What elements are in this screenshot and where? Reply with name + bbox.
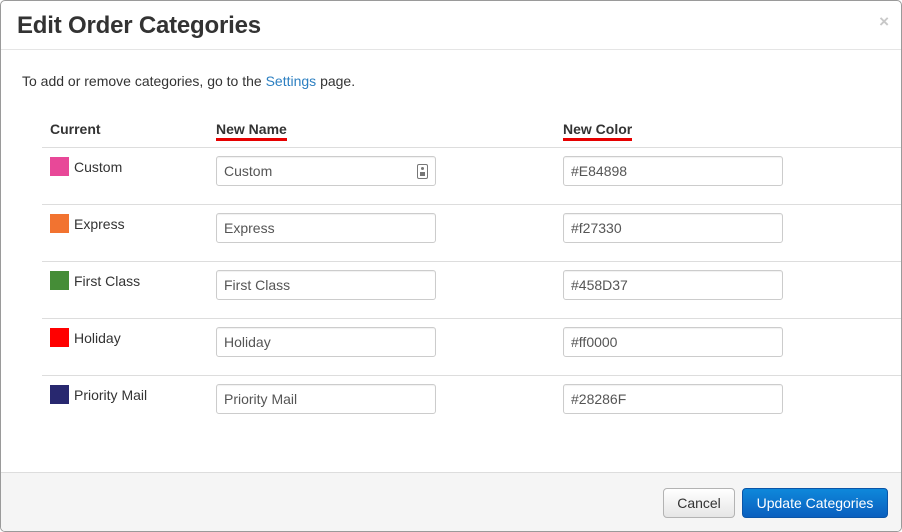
new-name-input[interactable] (217, 271, 435, 299)
new-name-input[interactable] (217, 157, 435, 185)
new-color-input[interactable] (564, 271, 782, 299)
color-swatch (50, 214, 69, 233)
new-name-field[interactable] (216, 327, 436, 357)
close-icon[interactable]: × (879, 12, 889, 32)
color-swatch (50, 328, 69, 347)
new-color-input[interactable] (564, 328, 782, 356)
new-name-input[interactable] (217, 328, 435, 356)
current-category-label: Custom (74, 159, 123, 175)
new-color-field[interactable] (563, 327, 783, 357)
cancel-button[interactable]: Cancel (663, 488, 735, 518)
new-color-field[interactable] (563, 270, 783, 300)
new-name-field[interactable] (216, 213, 436, 243)
new-name-field[interactable] (216, 384, 436, 414)
new-color-field[interactable] (563, 384, 783, 414)
intro-text-before: To add or remove categories, go to the (22, 73, 266, 89)
color-swatch (50, 157, 69, 176)
new-color-input[interactable] (564, 214, 782, 242)
intro-text: To add or remove categories, go to the S… (22, 72, 355, 90)
new-name-input[interactable] (217, 214, 435, 242)
row-divider (42, 261, 901, 262)
row-divider (42, 375, 901, 376)
column-header-new-color: New Color (563, 120, 633, 141)
settings-link[interactable]: Settings (266, 73, 317, 89)
update-categories-button[interactable]: Update Categories (742, 488, 888, 518)
row-divider (42, 318, 901, 319)
dialog-title: Edit Order Categories (17, 12, 261, 39)
row-divider (42, 147, 901, 148)
new-name-input[interactable] (217, 385, 435, 413)
new-name-field[interactable] (216, 270, 436, 300)
new-color-field[interactable] (563, 156, 783, 186)
new-color-input[interactable] (564, 157, 782, 185)
color-swatch (50, 271, 69, 290)
current-category-label: First Class (74, 273, 141, 289)
password-manager-icon[interactable] (417, 164, 428, 179)
new-name-field[interactable] (216, 156, 436, 186)
new-color-input[interactable] (564, 385, 782, 413)
current-category-label: Express (74, 216, 125, 232)
dialog-header: Edit Order Categories × (1, 1, 901, 50)
current-category-label: Holiday (74, 330, 121, 346)
intro-text-after: page. (316, 73, 356, 89)
row-divider (42, 204, 901, 205)
column-header-current: Current (50, 121, 101, 137)
edit-categories-dialog: Edit Order Categories × To add or remove… (0, 0, 902, 532)
new-color-field[interactable] (563, 213, 783, 243)
color-swatch (50, 385, 69, 404)
dialog-footer: Cancel Update Categories (1, 472, 901, 531)
current-category-label: Priority Mail (74, 387, 148, 403)
column-header-new-name: New Name (216, 120, 287, 141)
